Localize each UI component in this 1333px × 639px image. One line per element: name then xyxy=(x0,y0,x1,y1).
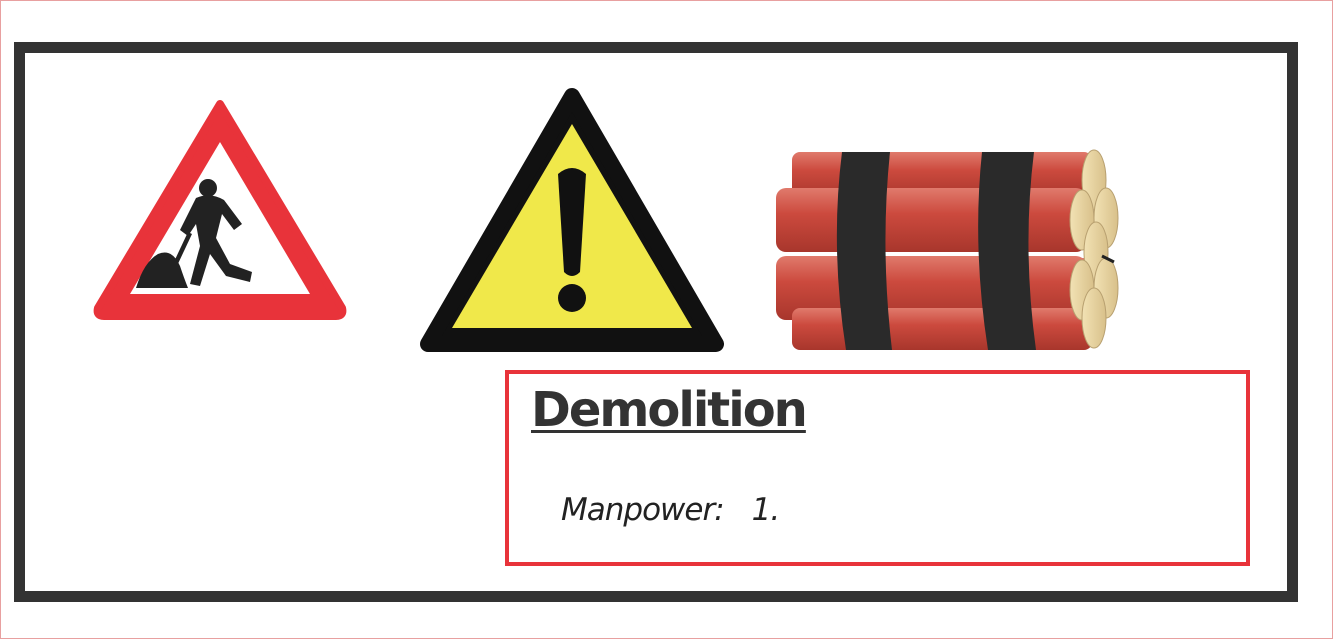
manpower-value: 1. xyxy=(751,492,781,528)
dynamite-bundle-icon xyxy=(772,148,1124,354)
activity-title: Demolition xyxy=(531,382,808,438)
manpower-label: Manpower: xyxy=(561,492,725,528)
exclamation-warning-icon xyxy=(420,86,724,356)
manpower-row: Manpower: 1. xyxy=(561,492,781,528)
info-box: Demolition Manpower: 1. xyxy=(505,370,1250,566)
roadworks-sign-icon xyxy=(92,96,348,322)
